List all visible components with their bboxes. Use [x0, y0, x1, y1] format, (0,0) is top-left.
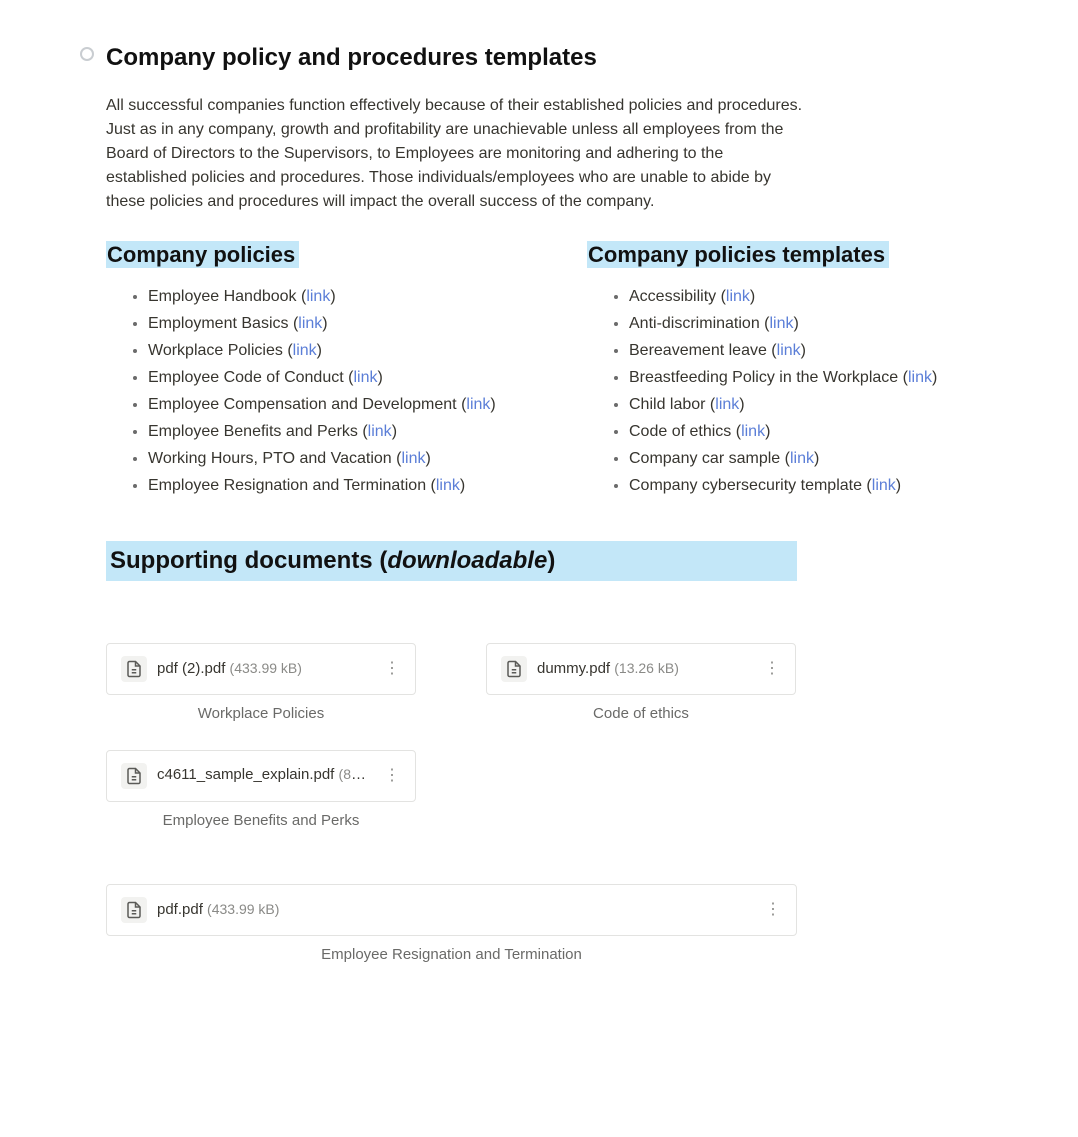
- list-item-link[interactable]: link: [368, 423, 392, 440]
- list-item-label: Employee Code of Conduct (: [148, 369, 353, 386]
- list-item-label: Employee Resignation and Termination (: [148, 477, 436, 494]
- list-item-link[interactable]: link: [466, 396, 490, 413]
- file-card[interactable]: pdf (2).pdf (433.99 kB) ⋮: [106, 643, 416, 695]
- file-card[interactable]: pdf.pdf (433.99 kB) ⋮: [106, 884, 797, 936]
- toggle-circle-icon[interactable]: [80, 47, 94, 61]
- list-item-label: Employee Benefits and Perks (: [148, 423, 368, 440]
- list-item-label: Employee Handbook (: [148, 288, 306, 305]
- list-item: Code of ethics (link): [629, 420, 998, 444]
- file-card[interactable]: c4611_sample_explain.pdf (88.... ⋮: [106, 750, 416, 802]
- policies-heading: Company policies: [106, 241, 299, 268]
- list-item: Workplace Policies (link): [148, 339, 517, 363]
- list-item-label: Company cybersecurity template (: [629, 477, 872, 494]
- intro-paragraph: All successful companies function effect…: [106, 94, 806, 214]
- list-item-link[interactable]: link: [908, 369, 932, 386]
- list-item-label: Bereavement leave (: [629, 342, 777, 359]
- list-item-link[interactable]: link: [872, 477, 896, 494]
- list-item-link[interactable]: link: [436, 477, 460, 494]
- file-caption: Employee Benefits and Perks: [106, 810, 416, 833]
- file-name-area: pdf (2).pdf (433.99 kB): [157, 658, 373, 681]
- list-item: Company car sample (link): [629, 447, 998, 471]
- list-item: Breastfeeding Policy in the Workplace (l…: [629, 366, 998, 390]
- list-item: Accessibility (link): [629, 285, 998, 309]
- file-icon: [501, 656, 527, 682]
- list-item-label: Breastfeeding Policy in the Workplace (: [629, 369, 908, 386]
- list-item-link[interactable]: link: [298, 315, 322, 332]
- file-name: dummy.pdf: [537, 660, 610, 677]
- list-item-label: Child labor (: [629, 396, 715, 413]
- policies-column: Company policies Employee Handbook (link…: [106, 238, 517, 501]
- file-caption: Workplace Policies: [106, 703, 416, 726]
- list-item: Employee Handbook (link): [148, 285, 517, 309]
- list-item-label: Company car sample (: [629, 450, 790, 467]
- list-item: Bereavement leave (link): [629, 339, 998, 363]
- list-item: Anti-discrimination (link): [629, 312, 998, 336]
- file-block: c4611_sample_explain.pdf (88.... ⋮ Employe…: [106, 750, 416, 833]
- file-block: pdf (2).pdf (433.99 kB) ⋮ Workplace Polici…: [106, 643, 416, 726]
- list-item-label: Workplace Policies (: [148, 342, 293, 359]
- file-name: pdf.pdf: [157, 901, 203, 918]
- list-item-label: Accessibility (: [629, 288, 726, 305]
- file-caption: Code of ethics: [486, 703, 796, 726]
- file-card[interactable]: dummy.pdf (13.26 kB) ⋮: [486, 643, 796, 695]
- list-item-link[interactable]: link: [353, 369, 377, 386]
- list-item-link[interactable]: link: [741, 423, 765, 440]
- policies-list: Employee Handbook (link) Employment Basic…: [106, 285, 517, 498]
- list-item-link[interactable]: link: [769, 315, 793, 332]
- file-block-full: pdf.pdf (433.99 kB) ⋮ Employee Resignati…: [106, 884, 797, 967]
- list-item-label: Employment Basics (: [148, 315, 298, 332]
- templates-list: Accessibility (link) Anti-discrimination …: [587, 285, 998, 498]
- files-grid: pdf (2).pdf (433.99 kB) ⋮ Workplace Polici…: [106, 643, 998, 832]
- list-item-label: Anti-discrimination (: [629, 315, 769, 332]
- file-name-area: dummy.pdf (13.26 kB): [537, 658, 753, 681]
- file-name: c4611_sample_explain.pdf: [157, 766, 334, 783]
- list-item: Employee Resignation and Termination (li…: [148, 474, 517, 498]
- list-item: Company cybersecurity template (link): [629, 474, 998, 498]
- more-icon[interactable]: ⋮: [383, 768, 401, 784]
- file-block: dummy.pdf (13.26 kB) ⋮ Code of ethics: [486, 643, 796, 726]
- file-name-area: c4611_sample_explain.pdf (88....: [157, 764, 373, 787]
- templates-heading: Company policies templates: [587, 241, 889, 268]
- file-caption: Employee Resignation and Termination: [106, 944, 797, 967]
- list-item: Working Hours, PTO and Vacation (link): [148, 447, 517, 471]
- list-item-label: Working Hours, PTO and Vacation (: [148, 450, 401, 467]
- file-name: pdf (2).pdf: [157, 660, 225, 677]
- more-icon[interactable]: ⋮: [763, 661, 781, 677]
- file-size: (88....: [339, 766, 373, 783]
- list-item-link[interactable]: link: [715, 396, 739, 413]
- supporting-heading: Supporting documents (downloadable): [106, 541, 797, 581]
- file-icon: [121, 763, 147, 789]
- list-item-link[interactable]: link: [306, 288, 330, 305]
- file-icon: [121, 897, 147, 923]
- file-icon: [121, 656, 147, 682]
- list-item-label: Employee Compensation and Development (: [148, 396, 466, 413]
- list-item-label: Code of ethics (: [629, 423, 741, 440]
- list-item-link[interactable]: link: [293, 342, 317, 359]
- more-icon[interactable]: ⋮: [764, 902, 782, 918]
- list-item-link[interactable]: link: [790, 450, 814, 467]
- list-item: Employee Code of Conduct (link): [148, 366, 517, 390]
- list-item-link[interactable]: link: [401, 450, 425, 467]
- list-item: Employee Compensation and Development (l…: [148, 393, 517, 417]
- page-title: Company policy and procedures templates: [106, 40, 597, 76]
- content-body: All successful companies function effect…: [106, 94, 998, 967]
- list-item: Employee Benefits and Perks (link): [148, 420, 517, 444]
- two-column-section: Company policies Employee Handbook (link…: [106, 238, 998, 501]
- list-item: Employment Basics (link): [148, 312, 517, 336]
- more-icon[interactable]: ⋮: [383, 661, 401, 677]
- file-size: (433.99 kB): [207, 901, 279, 917]
- file-size: (433.99 kB): [230, 660, 302, 676]
- file-size: (13.26 kB): [614, 660, 679, 676]
- list-item: Child labor (link): [629, 393, 998, 417]
- toggle-header: Company policy and procedures templates: [80, 40, 998, 76]
- templates-column: Company policies templates Accessibility…: [587, 238, 998, 501]
- list-item-link[interactable]: link: [726, 288, 750, 305]
- list-item-link[interactable]: link: [777, 342, 801, 359]
- file-name-area: pdf.pdf (433.99 kB): [157, 899, 754, 922]
